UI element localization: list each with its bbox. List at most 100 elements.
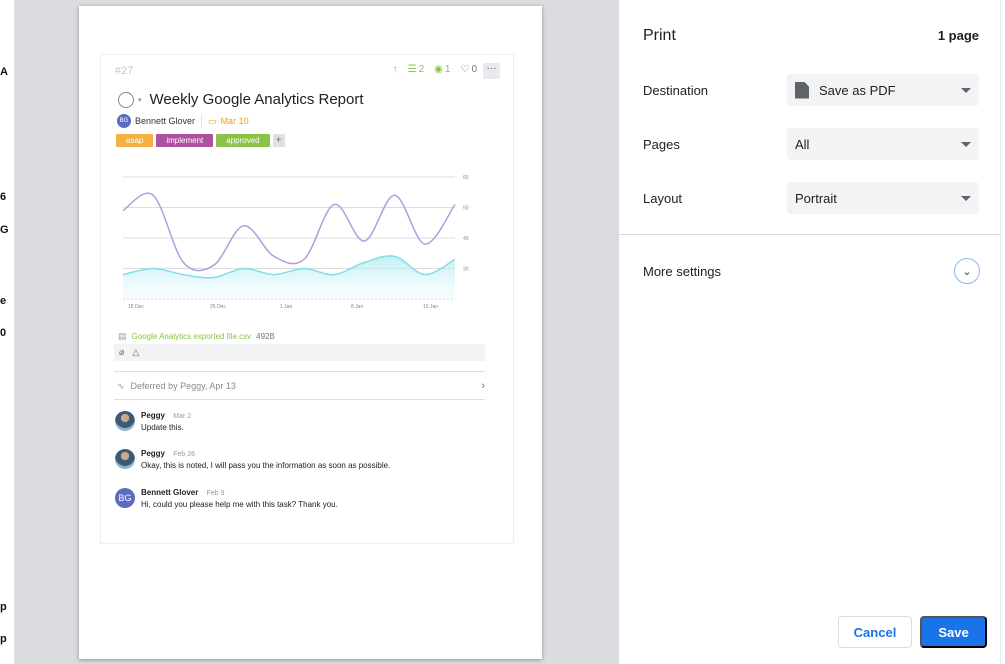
divider <box>201 115 203 127</box>
print-settings-panel: Print 1 page Destination Save as PDF Pag… <box>619 0 1000 664</box>
comment-item: BG Bennett Glover Feb 9 Hi, could you pl… <box>115 488 338 509</box>
watchers-value: 1 <box>444 64 451 75</box>
x-tick-label: 1 Jan <box>280 304 292 310</box>
dropdown-arrow-icon <box>961 141 971 147</box>
tag-implement: implement <box>156 134 214 147</box>
y-tick-label: 60 <box>463 175 469 181</box>
cancel-button[interactable]: Cancel <box>838 616 912 648</box>
destination-value: Save as PDF <box>819 82 896 98</box>
comment-date: Feb 9 <box>206 490 225 497</box>
page-count: 1 page <box>937 28 979 43</box>
status-circle-icon <box>118 91 134 108</box>
drive-icon: △ <box>132 347 140 357</box>
comment-text: Okay, this is noted, I will pass you the… <box>141 461 391 470</box>
comment-text: Hi, could you please help me with this t… <box>141 500 338 509</box>
activity-text: Deferred by Peggy, Apr 13 <box>130 381 236 391</box>
preview-page: #27 ↑ ☰ 2 ◉ 1 ♡ 0 ··· ▾ Weekly Google An… <box>79 6 542 659</box>
tags-row: asap implement approved + <box>116 134 285 147</box>
watchers-count: ◉ 1 <box>434 64 450 75</box>
strip-char: p <box>0 633 7 645</box>
tag-approved: approved <box>216 134 270 147</box>
destination-select[interactable]: Save as PDF <box>787 74 979 106</box>
divider <box>114 371 485 372</box>
comment-header: Peggy Mar 2 <box>141 411 191 420</box>
comment-author: Bennett Glover <box>141 488 199 497</box>
layout-label: Layout <box>643 191 683 206</box>
heart-icon: ♡ <box>460 64 470 75</box>
task-number: #27 <box>115 65 134 77</box>
dropdown-arrow-icon <box>961 87 971 93</box>
calendar-icon: ▭ <box>208 115 217 126</box>
avatar: BG <box>115 488 135 508</box>
strip-char: 0 <box>0 327 7 339</box>
comment-header: Bennett Glover Feb 9 <box>141 488 338 497</box>
comment-text: Update this. <box>141 423 184 432</box>
due-date: Mar 10 <box>220 116 249 126</box>
x-tick-label: 15 Jan <box>423 304 438 310</box>
more-settings-label[interactable]: More settings <box>643 264 721 279</box>
comment-author: Peggy <box>141 411 166 420</box>
tag-asap: asap <box>116 134 154 147</box>
file-size: 492B <box>256 332 275 341</box>
dropdown-arrow-icon <box>961 195 971 201</box>
chevron-right-icon: › <box>481 380 485 392</box>
background-page-strip: A 6 G e 0 p p <box>0 0 14 664</box>
caret-down-icon: ▾ <box>138 96 142 104</box>
subtasks-count: ☰ 2 <box>408 64 425 75</box>
y-tick-label: 30 <box>463 267 469 273</box>
attachment-row: ▤ Google Analytics exported file.csv 492… <box>118 331 275 342</box>
x-tick-label: 8 Jan <box>351 304 363 310</box>
task-title-row: ▾ Weekly Google Analytics Report <box>118 91 364 108</box>
pages-label: Pages <box>643 137 680 152</box>
strip-char: p <box>0 601 7 613</box>
file-icon: ▤ <box>118 331 127 341</box>
file-name: Google Analytics exported file.csv <box>131 332 252 341</box>
list-icon: ☰ <box>407 64 417 75</box>
more-options-icon: ··· <box>483 63 500 79</box>
activity-pulse-icon: ∿ <box>117 380 125 391</box>
assignee-avatar: BG <box>117 114 131 128</box>
x-tick-label: 25 Dec <box>210 304 226 310</box>
avatar <box>115 449 135 469</box>
strip-char: G <box>0 224 9 236</box>
destination-label: Destination <box>643 83 709 98</box>
y-tick-label: 40 <box>463 236 469 242</box>
save-button[interactable]: Save <box>920 616 987 648</box>
attachment-toolbar: ⌀ △ <box>114 344 485 361</box>
assignee-row: BG Bennett Glover ▭ Mar 10 <box>117 114 249 128</box>
assignee-name: Bennett Glover <box>135 116 196 126</box>
strip-char: e <box>0 295 7 307</box>
file-icon <box>795 81 809 99</box>
divider <box>619 234 1000 235</box>
layout-value: Portrait <box>795 190 837 206</box>
activity-row: ∿ Deferred by Peggy, Apr 13 › <box>117 380 485 392</box>
background-page-strip <box>1000 0 1005 664</box>
comment-author: Peggy <box>141 449 166 458</box>
print-title: Print <box>643 27 676 44</box>
task-title: Weekly Google Analytics Report <box>149 91 364 108</box>
eye-icon: ◉ <box>434 64 443 75</box>
task-meta: ↑ ☰ 2 ◉ 1 ♡ 0 <box>393 64 477 75</box>
task-card: #27 ↑ ☰ 2 ◉ 1 ♡ 0 ··· ▾ Weekly Google An… <box>100 54 514 544</box>
likes-count: ♡ 0 <box>460 64 477 75</box>
comment-header: Peggy Feb 26 <box>141 449 390 458</box>
comment-item: Peggy Mar 2 Update this. <box>115 411 191 432</box>
comment-date: Mar 2 <box>173 413 192 420</box>
strip-char: 6 <box>0 191 7 203</box>
analytics-chart: 60 50 40 30 18 Dec 25 Dec 1 Jan 8 Jan 15 Jan <box>122 175 469 310</box>
comment-item: Peggy Feb 26 Okay, this is noted, I will… <box>115 449 390 470</box>
pages-select[interactable]: All <box>787 128 979 160</box>
likes-value: 0 <box>471 64 477 75</box>
strip-char: A <box>0 66 8 78</box>
divider <box>114 399 485 400</box>
priority-arrow-icon: ↑ <box>392 64 398 75</box>
comment-date: Feb 26 <box>173 451 196 458</box>
subtasks-value: 2 <box>418 64 425 75</box>
paperclip-icon: ⌀ <box>119 347 125 357</box>
print-preview-area: A 6 G e 0 p p #27 ↑ ☰ 2 ◉ 1 ♡ 0 ··· ▾ We… <box>0 0 619 664</box>
layout-select[interactable]: Portrait <box>787 182 979 214</box>
x-tick-label: 18 Dec <box>128 304 144 310</box>
avatar <box>115 411 135 431</box>
expand-chevron-icon[interactable]: ⌄ <box>954 258 980 284</box>
y-tick-label: 50 <box>463 206 469 212</box>
